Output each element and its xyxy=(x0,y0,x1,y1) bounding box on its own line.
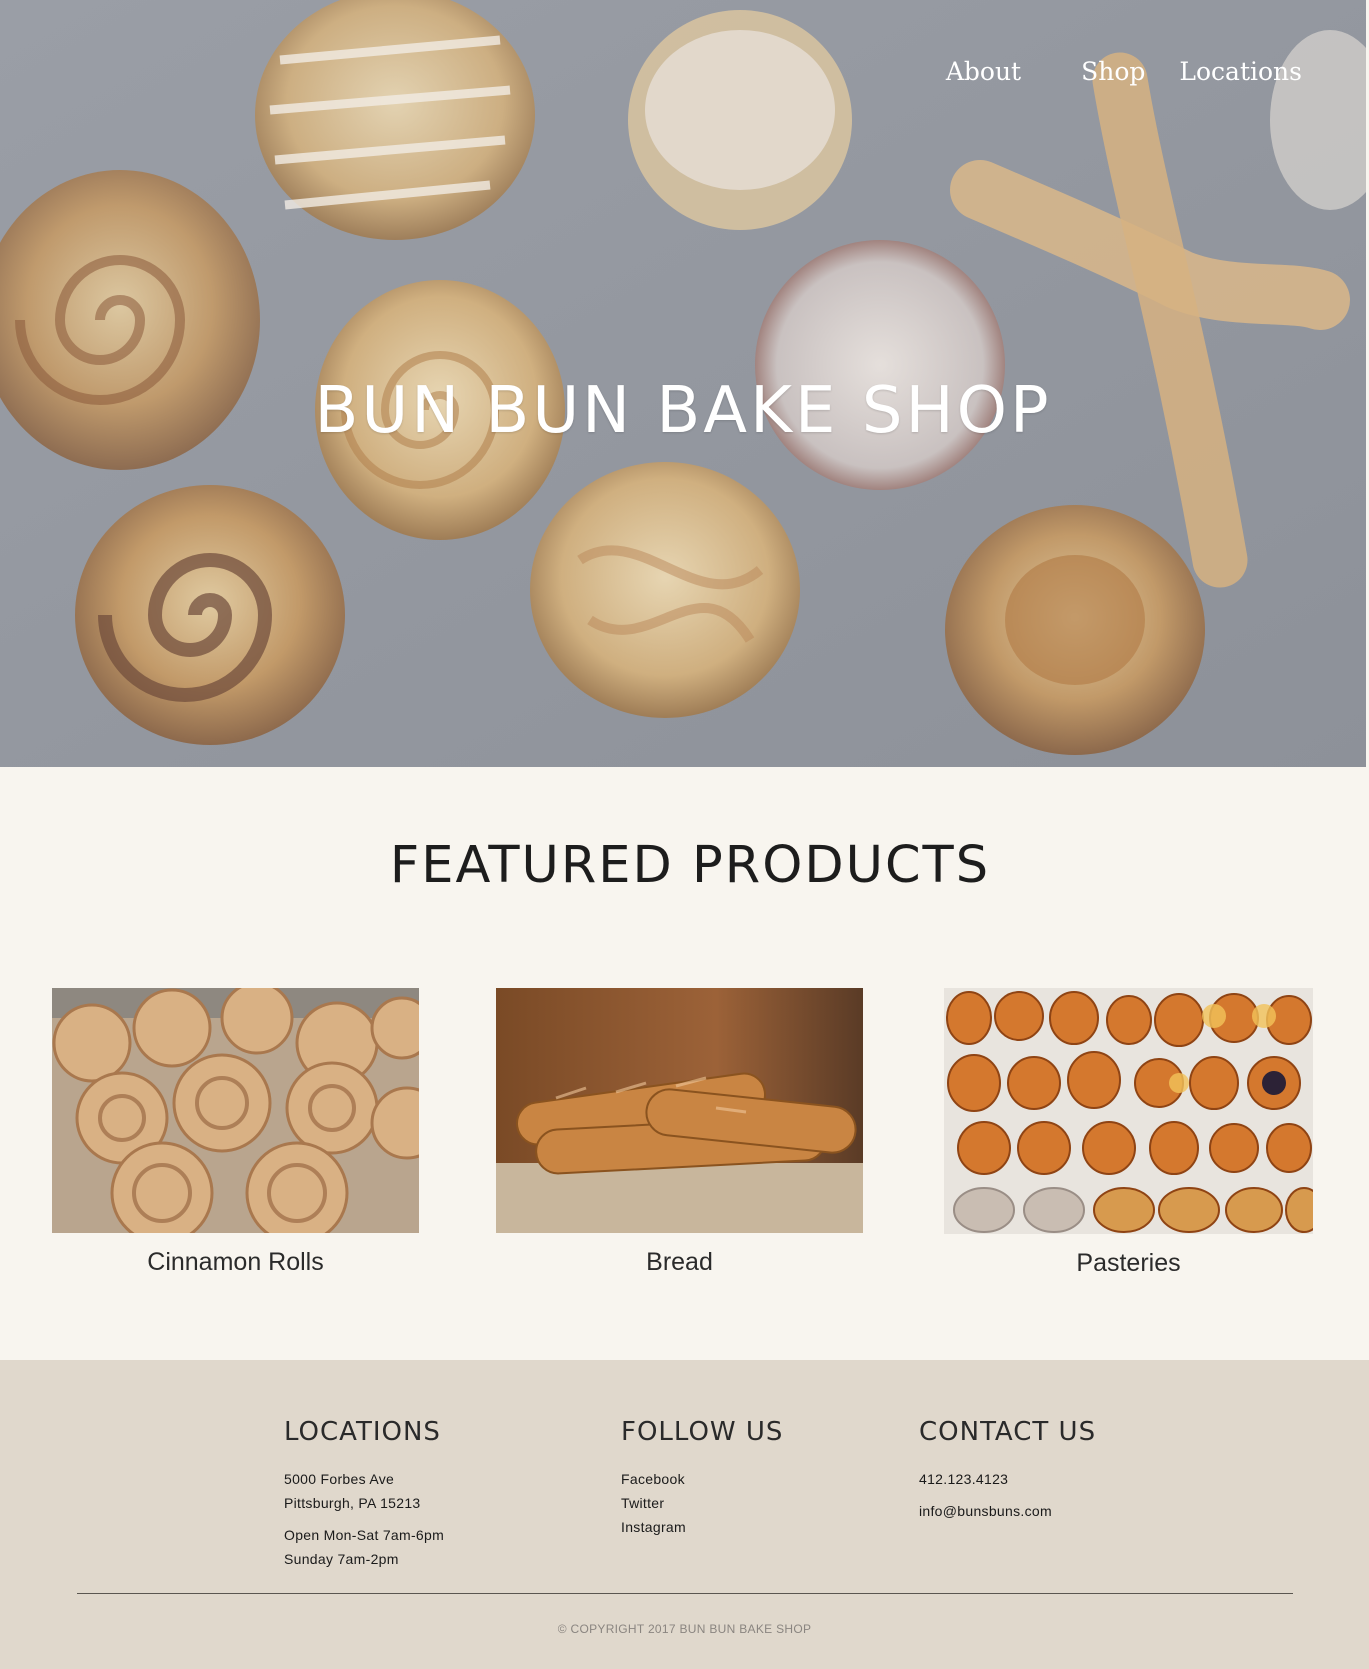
hero-banner: About Shop Locations BUN BUN BAKE SHOP xyxy=(0,0,1366,767)
follow-link-twitter[interactable]: Twitter xyxy=(621,1491,783,1515)
product-card-cinnamon-rolls[interactable]: Cinnamon Rolls xyxy=(52,988,419,1277)
footer-follow-heading: FOLLOW US xyxy=(621,1417,784,1447)
hours-line-2: Sunday 7am-2pm xyxy=(284,1551,399,1567)
pasteries-image[interactable] xyxy=(944,988,1313,1234)
footer-divider xyxy=(77,1593,1293,1594)
product-label-cinnamon-rolls[interactable]: Cinnamon Rolls xyxy=(52,1247,419,1277)
nav-link-shop[interactable]: Shop xyxy=(1081,56,1145,88)
site-footer: LOCATIONS 5000 Forbes Ave Pittsburgh, PA… xyxy=(0,1360,1369,1669)
main-nav: About Shop Locations xyxy=(946,56,1302,88)
footer-follow-us: FOLLOW US Facebook Twitter Instagram xyxy=(621,1417,783,1539)
address-line-1: 5000 Forbes Ave xyxy=(284,1471,395,1487)
product-card-pasteries[interactable]: Pasteries xyxy=(944,988,1313,1278)
copyright-text: © COPYRIGHT 2017 BUN BUN BAKE SHOP xyxy=(557,1622,812,1636)
cinnamon-rolls-image[interactable] xyxy=(52,988,419,1233)
product-card-bread[interactable]: Bread xyxy=(496,988,863,1277)
footer-locations: LOCATIONS 5000 Forbes Ave Pittsburgh, PA… xyxy=(284,1417,444,1571)
footer-locations-heading: LOCATIONS xyxy=(284,1417,441,1447)
contact-email[interactable]: info@bunsbuns.com xyxy=(919,1499,1096,1523)
follow-link-instagram[interactable]: Instagram xyxy=(621,1515,783,1539)
bread-image[interactable] xyxy=(496,988,863,1233)
footer-contact-us: CONTACT US 412.123.4123 info@bunsbuns.co… xyxy=(919,1417,1096,1523)
nav-link-locations[interactable]: Locations xyxy=(1179,56,1302,88)
product-label-bread[interactable]: Bread xyxy=(496,1247,863,1277)
nav-link-about[interactable]: About xyxy=(946,56,1021,88)
contact-phone: 412.123.4123 xyxy=(919,1471,1009,1487)
address-line-2: Pittsburgh, PA 15213 xyxy=(284,1495,421,1511)
follow-link-facebook[interactable]: Facebook xyxy=(621,1467,783,1491)
footer-contact-heading: CONTACT US xyxy=(919,1417,1097,1447)
hours-line-1: Open Mon-Sat 7am-6pm xyxy=(284,1527,445,1543)
product-label-pasteries[interactable]: Pasteries xyxy=(944,1248,1313,1278)
featured-products-heading: FEATURED PRODUCTS xyxy=(389,836,991,895)
hero-title: BUN BUN BAKE SHOP xyxy=(314,374,1052,448)
